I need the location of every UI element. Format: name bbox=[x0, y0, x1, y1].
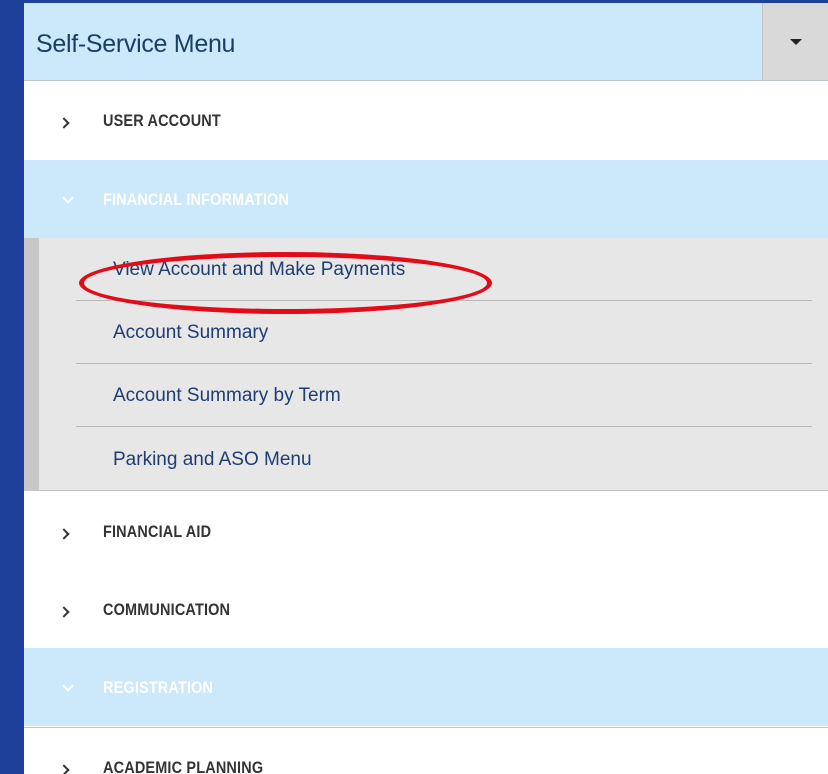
submenu-item-account-summary-by-term[interactable]: Account Summary by Term bbox=[113, 385, 341, 407]
section-academic-planning[interactable]: ACADEMIC PLANNING bbox=[24, 727, 828, 774]
chevron-right-icon bbox=[58, 606, 70, 618]
chevron-right-icon bbox=[58, 117, 70, 129]
chevron-right-icon bbox=[58, 528, 70, 540]
section-label: USER ACCOUNT bbox=[103, 111, 221, 130]
submenu-divider bbox=[76, 300, 812, 301]
menu-toggle-button[interactable] bbox=[762, 3, 828, 80]
section-financial-information[interactable]: FINANCIAL INFORMATION bbox=[24, 160, 828, 238]
chevron-down-icon bbox=[62, 680, 74, 692]
section-communication[interactable]: COMMUNICATION bbox=[24, 570, 828, 648]
submenu-item-view-account-and-make-payments[interactable]: View Account and Make Payments bbox=[113, 259, 405, 281]
section-label: COMMUNICATION bbox=[103, 600, 231, 619]
section-financial-aid[interactable]: FINANCIAL AID bbox=[24, 492, 828, 570]
submenu-divider bbox=[76, 363, 812, 364]
submenu-item-parking-and-aso-menu[interactable]: Parking and ASO Menu bbox=[113, 449, 312, 471]
menu-title: Self-Service Menu bbox=[36, 30, 236, 58]
section-label: FINANCIAL INFORMATION bbox=[103, 190, 290, 209]
submenu-item-account-summary[interactable]: Account Summary bbox=[113, 322, 268, 344]
section-user-account[interactable]: USER ACCOUNT bbox=[24, 81, 828, 159]
section-label: REGISTRATION bbox=[103, 678, 214, 697]
menu-header: Self-Service Menu bbox=[24, 3, 828, 81]
chevron-down-icon bbox=[62, 192, 74, 204]
chevron-right-icon bbox=[58, 764, 70, 774]
financial-information-submenu: View Account and Make Payments Account S… bbox=[24, 238, 828, 491]
submenu-divider bbox=[76, 426, 812, 427]
section-registration[interactable]: REGISTRATION bbox=[24, 648, 828, 726]
caret-down-icon bbox=[790, 39, 802, 45]
self-service-menu-panel: Self-Service Menu USER ACCOUNT FINANCIAL… bbox=[24, 3, 828, 774]
section-label: ACADEMIC PLANNING bbox=[103, 758, 264, 774]
section-label: FINANCIAL AID bbox=[103, 522, 212, 541]
